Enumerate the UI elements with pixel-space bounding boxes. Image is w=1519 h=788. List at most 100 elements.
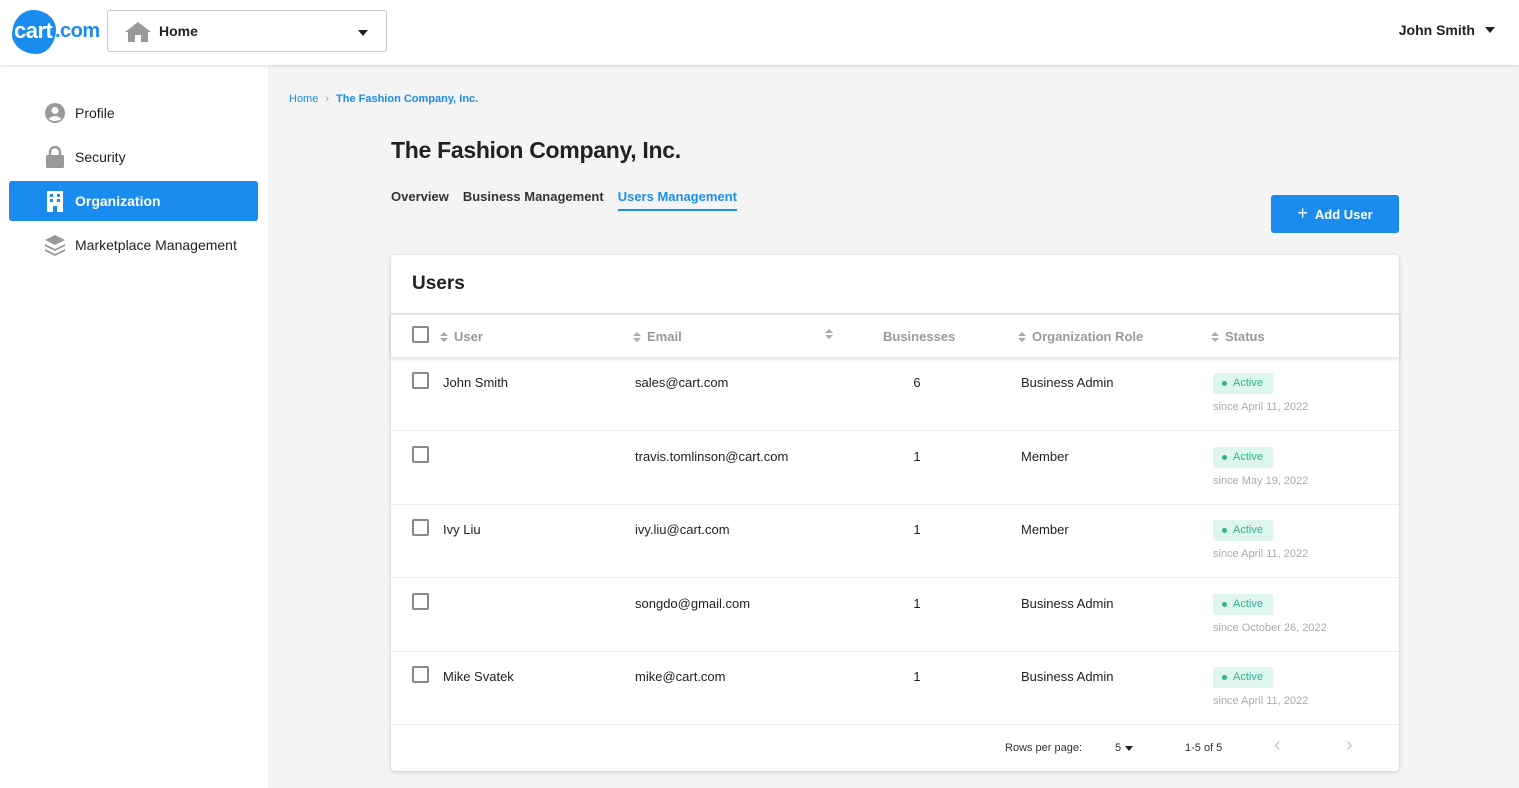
- home-select[interactable]: Home: [107, 10, 387, 52]
- table-row[interactable]: travis.tomlinson@cart.com 1 Member Activ…: [391, 431, 1399, 505]
- users-card: Users User Email Businesses Organization…: [391, 255, 1399, 771]
- status-since: since April 11, 2022: [1213, 695, 1309, 707]
- sidebar-item-label: Marketplace Management: [75, 237, 237, 253]
- add-user-button[interactable]: + Add User: [1271, 195, 1399, 233]
- top-bar: cart .com Home John Smith: [0, 0, 1519, 65]
- breadcrumb: Home › The Fashion Company, Inc.: [289, 93, 478, 105]
- status-badge: Active: [1213, 594, 1273, 615]
- cart-logo[interactable]: cart .com: [12, 8, 100, 54]
- user-name-cell: Mike Svatek: [443, 669, 514, 684]
- email-cell: mike@cart.com: [635, 669, 726, 684]
- row-checkbox[interactable]: [412, 519, 429, 536]
- home-select-label: Home: [159, 23, 198, 39]
- column-header-businesses[interactable]: Businesses: [883, 329, 955, 344]
- pagination-range: 1-5 of 5: [1185, 742, 1223, 754]
- column-label: Organization Role: [1032, 329, 1144, 344]
- sidebar: Profile Security Organization Marketplac…: [0, 65, 268, 788]
- businesses-cell: 1: [913, 449, 921, 464]
- user-name: John Smith: [1398, 22, 1475, 38]
- previous-page-button[interactable]: ‹: [1274, 735, 1281, 755]
- role-cell: Business Admin: [1021, 596, 1114, 611]
- column-header-organization-role[interactable]: Organization Role: [1018, 329, 1143, 344]
- row-checkbox[interactable]: [412, 446, 429, 463]
- sidebar-item-profile[interactable]: Profile: [9, 93, 258, 133]
- email-cell: sales@cart.com: [635, 375, 729, 390]
- column-label: Businesses: [883, 329, 956, 344]
- businesses-cell: 1: [913, 522, 921, 537]
- sidebar-item-label: Profile: [75, 105, 115, 121]
- sort-icon[interactable]: [440, 331, 448, 342]
- breadcrumb-home-link[interactable]: Home: [289, 93, 318, 105]
- email-cell: songdo@gmail.com: [635, 596, 751, 611]
- role-cell: Member: [1021, 449, 1069, 464]
- sort-icon[interactable]: [1211, 331, 1219, 342]
- breadcrumb-current: The Fashion Company, Inc.: [336, 93, 479, 105]
- sort-icon[interactable]: [633, 331, 641, 342]
- sort-icon[interactable]: [1018, 331, 1026, 342]
- person-circle-icon: [45, 103, 65, 123]
- house-icon: [125, 22, 151, 42]
- user-name-cell: Ivy Liu: [443, 522, 481, 537]
- column-header-email[interactable]: Email: [633, 329, 682, 344]
- layers-icon: [45, 235, 65, 256]
- tab-business-management[interactable]: Business Management: [463, 189, 604, 211]
- user-name-cell: John Smith: [443, 375, 509, 390]
- table-row[interactable]: John Smith sales@cart.com 6 Business Adm…: [391, 357, 1399, 431]
- email-cell: travis.tomlinson@cart.com: [635, 449, 789, 464]
- breadcrumb-separator: ›: [325, 93, 330, 105]
- logo-text-suffix: .com: [55, 20, 100, 42]
- column-label: Status: [1225, 329, 1265, 344]
- sidebar-item-label: Security: [75, 149, 126, 165]
- logo-text-main: cart: [14, 18, 53, 43]
- businesses-cell: 1: [913, 669, 921, 684]
- email-cell: ivy.liu@cart.com: [635, 522, 730, 537]
- businesses-cell: 6: [913, 375, 921, 390]
- column-header-user[interactable]: User: [440, 329, 483, 344]
- table-pagination: Rows per page: 5 1-5 of 5 ‹ ›: [391, 725, 1399, 771]
- users-card-title: Users: [412, 273, 465, 294]
- status-badge: Active: [1213, 373, 1273, 394]
- chevron-down-icon: [1485, 27, 1495, 33]
- lock-icon: [46, 146, 64, 168]
- role-cell: Member: [1021, 522, 1069, 537]
- status-badge: Active: [1213, 667, 1273, 688]
- status-since: since April 11, 2022: [1213, 548, 1309, 560]
- user-menu[interactable]: John Smith: [1399, 22, 1495, 38]
- status-badge: Active: [1213, 447, 1273, 468]
- businesses-cell: 1: [913, 596, 921, 611]
- role-cell: Business Admin: [1021, 375, 1114, 390]
- status-badge: Active: [1213, 520, 1273, 541]
- building-icon: [47, 191, 63, 212]
- rows-per-page-label: Rows per page:: [1005, 742, 1083, 754]
- chevron-down-icon: [358, 30, 368, 36]
- next-page-button[interactable]: ›: [1346, 735, 1353, 755]
- row-checkbox[interactable]: [412, 593, 429, 610]
- chevron-down-icon: [1125, 745, 1134, 751]
- plus-icon: +: [1297, 203, 1308, 223]
- page-title: The Fashion Company, Inc.: [391, 137, 681, 163]
- tab-overview[interactable]: Overview: [391, 189, 449, 211]
- tab-users-management[interactable]: Users Management: [617, 189, 737, 211]
- rows-per-page-select[interactable]: 5: [1115, 742, 1134, 754]
- row-checkbox[interactable]: [412, 666, 429, 683]
- sidebar-item-marketplace-management[interactable]: Marketplace Management: [9, 225, 258, 265]
- table-row[interactable]: Mike Svatek mike@cart.com 1 Business Adm…: [391, 651, 1399, 725]
- column-header-status[interactable]: Status: [1211, 329, 1265, 344]
- row-checkbox[interactable]: [412, 372, 429, 389]
- table-row[interactable]: Ivy Liu ivy.liu@cart.com 1 Member Active…: [391, 504, 1399, 578]
- role-cell: Business Admin: [1021, 669, 1114, 684]
- select-all-checkbox[interactable]: [412, 326, 429, 343]
- add-user-label: Add User: [1314, 206, 1373, 222]
- sidebar-item-label: Organization: [75, 193, 161, 209]
- status-since: since May 19, 2022: [1213, 475, 1309, 487]
- sidebar-item-organization[interactable]: Organization: [9, 181, 258, 221]
- table-row[interactable]: songdo@gmail.com 1 Business Admin Active…: [391, 578, 1399, 652]
- sort-icon[interactable]: [825, 329, 833, 339]
- status-since: since October 26, 2022: [1213, 622, 1327, 634]
- column-label: User: [454, 329, 483, 344]
- column-sort-businesses[interactable]: [825, 329, 833, 339]
- status-since: since April 11, 2022: [1213, 401, 1309, 413]
- rows-per-page-value: 5: [1115, 742, 1122, 754]
- table-header: User Email Businesses Organization Role …: [391, 313, 1399, 357]
- sidebar-item-security[interactable]: Security: [9, 137, 258, 177]
